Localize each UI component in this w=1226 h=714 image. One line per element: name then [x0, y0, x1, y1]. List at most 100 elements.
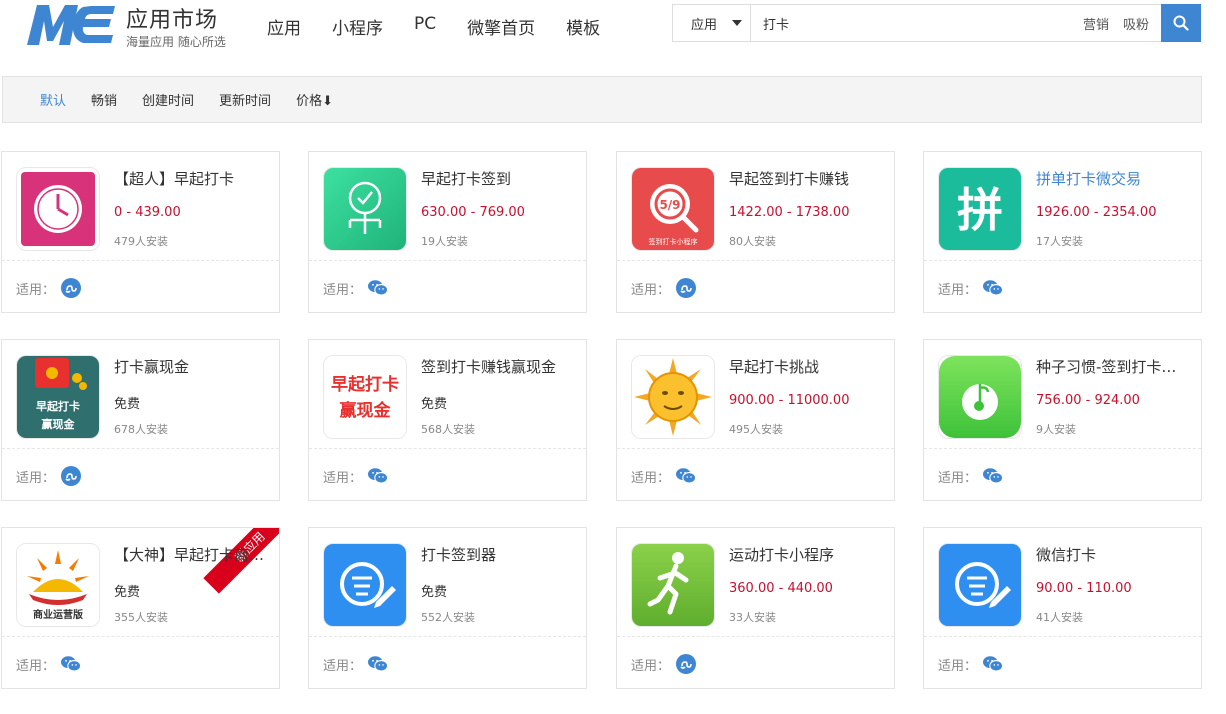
app-card[interactable]: 早起打卡挑战 900.00 - 11000.00 495人安装 适用：: [616, 339, 895, 501]
wechat-icon: [61, 654, 82, 674]
wechat-icon: [368, 654, 389, 674]
filter-created[interactable]: 创建时间: [142, 90, 194, 109]
app-title[interactable]: 【大神】早起打卡商业运营版: [114, 544, 269, 565]
app-card[interactable]: 【超人】早起打卡 0 - 439.00 479人安装 适用：: [1, 151, 280, 313]
filter-bestselling[interactable]: 畅销: [91, 90, 117, 109]
card-divider: [617, 260, 894, 261]
app-card[interactable]: 新应用 商业运营版 【大神】早起打卡商业运营版 免费 355人安装 适用：: [1, 527, 280, 689]
pin-char: 拼: [957, 183, 1003, 237]
nav-miniprogram[interactable]: 小程序: [332, 14, 383, 39]
app-title[interactable]: 运动打卡小程序: [729, 544, 884, 565]
hot-link-fans[interactable]: 吸粉: [1123, 14, 1149, 33]
app-price: 免费: [421, 585, 448, 600]
nav-templates[interactable]: 模板: [566, 14, 600, 39]
app-price: 免费: [114, 397, 141, 412]
hot-link-marketing[interactable]: 营销: [1083, 14, 1109, 33]
app-title[interactable]: 打卡签到器: [421, 544, 576, 565]
card-divider: [924, 260, 1201, 261]
app-title[interactable]: 微信打卡: [1036, 544, 1191, 565]
text-logo-icon: 早起打卡 赢现金: [323, 355, 407, 439]
brand-title: 应用市场: [126, 8, 219, 33]
suitable-label: 适用：: [631, 470, 671, 486]
app-card[interactable]: 运动打卡小程序 360.00 - 440.00 33人安装 适用：: [616, 527, 895, 689]
suitable-label: 适用：: [323, 658, 363, 674]
pin-char-icon: 拼: [938, 167, 1022, 251]
wechat-icon: [676, 466, 697, 486]
search-input[interactable]: [751, 5, 1069, 41]
card-divider: [2, 448, 279, 449]
card-footer: 适用：: [323, 278, 389, 298]
card-footer: 适用：: [938, 466, 1004, 486]
app-card[interactable]: 早起打卡签到 630.00 - 769.00 19人安装 适用：: [308, 151, 587, 313]
card-divider: [309, 636, 586, 637]
app-card[interactable]: 早起打卡 赢现金 打卡赢现金 免费 678人安装 适用：: [1, 339, 280, 501]
card-footer: 适用：: [323, 654, 389, 674]
seed-icon: [938, 355, 1022, 439]
app-price: 630.00 - 769.00: [421, 205, 525, 220]
card-divider: [309, 448, 586, 449]
miniprogram-icon: [676, 278, 697, 298]
card-footer: 适用：: [631, 466, 697, 486]
app-price: 0 - 439.00: [114, 205, 181, 220]
filter-price[interactable]: 价格⬇: [296, 90, 333, 109]
app-title[interactable]: 早起签到打卡赚钱: [729, 168, 884, 189]
card-footer: 适用：: [938, 654, 1004, 674]
text-logo-line2: 赢现金: [340, 400, 392, 421]
app-price: 756.00 - 924.00: [1036, 393, 1140, 408]
suitable-label: 适用：: [16, 282, 56, 298]
app-title[interactable]: 拼单打卡微交易: [1036, 168, 1191, 189]
app-title[interactable]: 签到打卡赚钱赢现金: [421, 356, 576, 377]
app-card[interactable]: 种子习惯-签到打卡小程序 756.00 - 924.00 9人安装 适用：: [923, 339, 1202, 501]
wechat-icon: [368, 278, 389, 298]
checkin-person-icon: [323, 167, 407, 251]
card-footer: 适用：: [16, 654, 82, 674]
app-installs: 479人安装: [114, 235, 168, 248]
app-installs: 9人安装: [1036, 423, 1076, 436]
filter-updated[interactable]: 更新时间: [219, 90, 271, 109]
text-logo-line1: 早起打卡: [331, 374, 399, 395]
app-title[interactable]: 种子习惯-签到打卡小程序: [1036, 356, 1191, 377]
app-installs: 495人安装: [729, 423, 783, 436]
card-footer: 适用：: [16, 278, 82, 298]
app-title[interactable]: 打卡赢现金: [114, 356, 269, 377]
nav-home[interactable]: 微擎首页: [467, 14, 535, 39]
hot-links: 营销 吸粉: [1069, 5, 1149, 41]
app-title[interactable]: 早起打卡签到: [421, 168, 576, 189]
runner-icon: [631, 543, 715, 627]
app-card[interactable]: 打卡签到器 免费 552人安装 适用：: [308, 527, 587, 689]
card-divider: [2, 260, 279, 261]
me-logo-icon[interactable]: [25, 1, 115, 47]
app-title[interactable]: 早起打卡挑战: [729, 356, 884, 377]
redpacket-line2: 赢现金: [42, 417, 76, 431]
filter-default[interactable]: 默认: [40, 90, 66, 109]
clock-icon: [16, 167, 100, 251]
app-price: 1926.00 - 2354.00: [1036, 205, 1157, 220]
app-title[interactable]: 【超人】早起打卡: [114, 168, 269, 189]
wechat-icon: [983, 466, 1004, 486]
sign-pen-icon: [323, 543, 407, 627]
suitable-label: 适用：: [323, 282, 363, 298]
main-nav: 应用 小程序 PC 微擎首页 模板: [267, 14, 631, 39]
suitable-label: 适用：: [938, 470, 978, 486]
nav-pc[interactable]: PC: [414, 14, 436, 39]
miniprogram-icon: [61, 466, 82, 486]
search-icon: [1173, 15, 1189, 31]
app-card[interactable]: 微信打卡 90.00 - 110.00 41人安装 适用：: [923, 527, 1202, 689]
app-card[interactable]: 拼 拼单打卡微交易 1926.00 - 2354.00 17人安装 适用：: [923, 151, 1202, 313]
card-footer: 适用：: [631, 278, 697, 298]
card-footer: 适用：: [631, 654, 697, 674]
card-divider: [924, 636, 1201, 637]
card-divider: [617, 636, 894, 637]
search-button[interactable]: [1161, 4, 1201, 42]
search-bar: 应用 营销 吸粉: [672, 4, 1201, 42]
app-price: 360.00 - 440.00: [729, 581, 833, 596]
suitable-label: 适用：: [16, 470, 56, 486]
magnifier-caption: 签到打卡小程序: [649, 237, 698, 246]
app-card[interactable]: 5/9 签到打卡小程序 早起签到打卡赚钱 1422.00 - 1738.00 80…: [616, 151, 895, 313]
sort-filter-bar: 默认 畅销 创建时间 更新时间 价格⬇: [2, 76, 1202, 123]
magnifier-number: 5/9: [659, 198, 680, 212]
app-card[interactable]: 早起打卡 赢现金 签到打卡赚钱赢现金 免费 568人安装 适用：: [308, 339, 587, 501]
nav-apps[interactable]: 应用: [267, 14, 301, 39]
search-category-select[interactable]: 应用: [673, 5, 751, 41]
sunrise-icon: 商业运营版: [16, 543, 100, 627]
